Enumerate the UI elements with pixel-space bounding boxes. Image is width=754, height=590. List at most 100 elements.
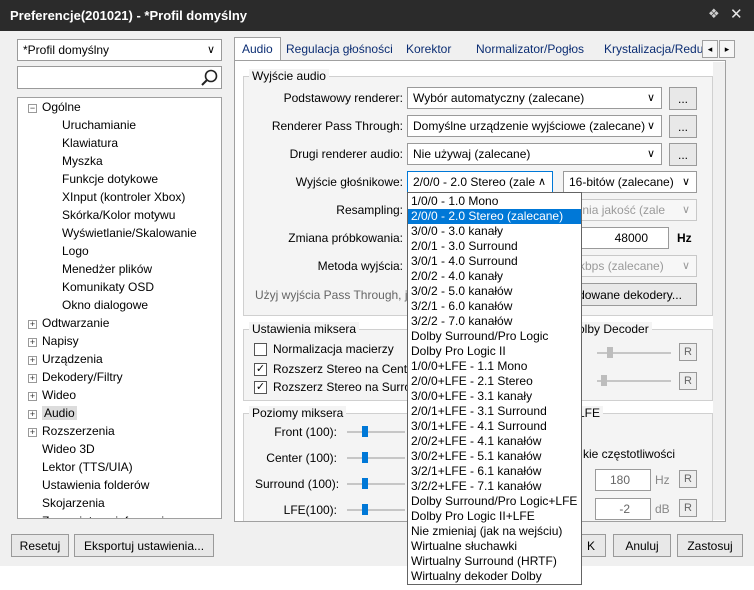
speaker-option[interactable]: Wirtualny Surround (HRTF) [408, 554, 581, 569]
tree-item[interactable]: Dekodery/Filtry [42, 370, 123, 388]
tree-item[interactable]: Uruchamianie [62, 118, 136, 136]
tree-item[interactable]: Ustawienia folderów [42, 478, 149, 496]
tree-item[interactable]: XInput (kontroler Xbox) [62, 190, 185, 208]
tree-item[interactable]: Wyświetlanie/Skalowanie [62, 226, 197, 244]
tree-item[interactable]: Klawiatura [62, 136, 118, 154]
speaker-option[interactable]: 3/2/1+LFE - 6.1 kanałów [408, 464, 581, 479]
collapse-icon[interactable]: − [28, 104, 37, 113]
dolby-reset-2-button[interactable]: R [679, 372, 697, 390]
tab-3[interactable]: Korektor [406, 38, 451, 60]
widen-center-checkbox[interactable]: ✓ [254, 363, 267, 376]
speaker-option[interactable]: 1/0/0+LFE - 1.1 Mono [408, 359, 581, 374]
expand-icon[interactable]: + [28, 320, 37, 329]
lfe-level-slider[interactable] [347, 509, 405, 511]
lfe-frequency-input[interactable]: 180 [595, 469, 651, 491]
sample-rate-input[interactable]: 48000 [575, 227, 669, 249]
speaker-option[interactable]: 2/0/1 - 3.0 Surround [408, 239, 581, 254]
tree-item[interactable]: Funkcje dotykowe [62, 172, 158, 190]
tree-item[interactable]: Odtwarzanie [42, 316, 109, 334]
speaker-option[interactable]: Nie zmieniaj (jak na wejściu) [408, 524, 581, 539]
pin-icon[interactable]: ❖ [708, 6, 720, 22]
lfe-gain-reset-button[interactable]: R [679, 499, 697, 517]
search-icon[interactable] [199, 68, 219, 87]
speaker-option[interactable]: Wirtualne słuchawki [408, 539, 581, 554]
second-renderer-options-button[interactable]: ... [669, 143, 697, 166]
panel-scrollbar[interactable] [713, 62, 725, 520]
expand-icon[interactable]: + [28, 410, 37, 419]
speaker-option[interactable]: 2/0/1+LFE - 3.1 Surround [408, 404, 581, 419]
center-level-thumb[interactable] [362, 452, 368, 463]
passthrough-select[interactable]: Domyślne urządzenie wyjściowe (zalecane)… [407, 115, 662, 137]
speaker-output-select[interactable]: 2/0/0 - 2.0 Stereo (zale ∧ [407, 171, 553, 193]
speaker-option[interactable]: 1/0/0 - 1.0 Mono [408, 194, 581, 209]
search-input[interactable] [17, 66, 222, 89]
speaker-option[interactable]: 3/0/2 - 5.0 kanałów [408, 284, 581, 299]
passthrough-options-button[interactable]: ... [669, 115, 697, 138]
tab-scroll-right-icon[interactable]: ▸ [719, 40, 735, 58]
speaker-option[interactable]: 2/0/2+LFE - 4.1 kanałów [408, 434, 581, 449]
second-renderer-select[interactable]: Nie używaj (zalecane) ∨ [407, 143, 662, 165]
lfe-level-thumb[interactable] [362, 504, 368, 515]
expand-icon[interactable]: + [28, 374, 37, 383]
expand-icon[interactable]: + [28, 392, 37, 401]
speaker-option[interactable]: 2/0/0+LFE - 2.1 Stereo [408, 374, 581, 389]
speaker-option[interactable]: 3/2/2 - 7.0 kanałów [408, 314, 581, 329]
tree-item[interactable]: Wideo 3D [42, 442, 95, 460]
expand-icon[interactable]: + [30, 518, 35, 519]
front-level-thumb[interactable] [362, 426, 368, 437]
export-settings-button[interactable]: Eksportuj ustawienia... [74, 534, 214, 557]
lfe-gain-input[interactable]: -2 [595, 498, 651, 520]
dolby-slider-2-thumb[interactable] [601, 375, 607, 386]
lfe-frequency-reset-button[interactable]: R [679, 470, 697, 488]
tree-item[interactable]: Wideo [42, 388, 76, 406]
speaker-option[interactable]: Dolby Pro Logic II+LFE [408, 509, 581, 524]
tree-item[interactable]: Okno dialogowe [62, 298, 148, 316]
speaker-option[interactable]: Dolby Surround/Pro Logic+LFE [408, 494, 581, 509]
decoders-button[interactable]: dowane dekodery... [563, 283, 697, 306]
front-level-slider[interactable] [347, 431, 405, 433]
bit-depth-select[interactable]: 16-bitów (zalecane) ∨ [563, 171, 697, 193]
tree-item[interactable]: Skórka/Kolor motywu [62, 208, 175, 226]
apply-button[interactable]: Zastosuj [677, 534, 743, 557]
profile-select[interactable]: *Profil domyślny ∨ [17, 39, 222, 61]
expand-icon[interactable]: + [28, 428, 37, 437]
tree-item[interactable]: Menedżer plików [62, 262, 152, 280]
reset-button[interactable]: Resetuj [11, 534, 69, 557]
expand-icon[interactable]: + [28, 356, 37, 365]
tree-item[interactable]: Urządzenia [42, 352, 103, 370]
tree-item[interactable]: Komunikaty OSD [62, 280, 154, 298]
speaker-option[interactable]: 2/0/2 - 4.0 kanały [408, 269, 581, 284]
tree-item[interactable]: Zapamiętane informacje [42, 514, 171, 518]
speaker-option[interactable]: 3/0/1+LFE - 4.1 Surround [408, 419, 581, 434]
primary-renderer-select[interactable]: Wybór automatyczny (zalecane) ∨ [407, 87, 662, 109]
speaker-option[interactable]: 3/0/1 - 4.0 Surround [408, 254, 581, 269]
tree-item[interactable]: Napisy [42, 334, 79, 352]
tree-item[interactable]: Logo [62, 244, 89, 262]
tree-item[interactable]: Skojarzenia [42, 496, 105, 514]
output-method-select[interactable]: 0 kbps (zalecane) ∨ [563, 255, 697, 277]
normalize-checkbox[interactable] [254, 343, 267, 356]
center-level-slider[interactable] [347, 457, 405, 459]
dolby-slider-2[interactable] [597, 380, 671, 382]
speaker-option[interactable]: 3/2/2+LFE - 7.1 kanałów [408, 479, 581, 494]
speaker-option[interactable]: 3/0/0 - 3.0 kanały [408, 224, 581, 239]
speaker-option[interactable]: 2/0/0 - 2.0 Stereo (zalecane) [408, 209, 581, 224]
tree-item[interactable]: Lektor (TTS/UIA) [42, 460, 133, 478]
tab-scroll-left-icon[interactable]: ◂ [702, 40, 718, 58]
surround-level-thumb[interactable] [362, 478, 368, 489]
surround-level-slider[interactable] [347, 483, 405, 485]
speaker-option[interactable]: Wirtualny dekoder Dolby [408, 569, 581, 584]
tab-1[interactable]: Audio [234, 37, 281, 61]
speaker-option[interactable]: 3/0/2+LFE - 5.1 kanałów [408, 449, 581, 464]
speaker-option[interactable]: Dolby Surround/Pro Logic [408, 329, 581, 344]
tree-item[interactable]: Myszka [62, 154, 103, 172]
dolby-slider-1-thumb[interactable] [607, 347, 613, 358]
resampling-select[interactable]: ednia jakość (zale ∨ [563, 199, 697, 221]
widen-surround-checkbox[interactable]: ✓ [254, 381, 267, 394]
speaker-option[interactable]: 3/0/0+LFE - 3.1 kanały [408, 389, 581, 404]
expand-icon[interactable]: + [28, 338, 37, 347]
speaker-option[interactable]: Dolby Pro Logic II [408, 344, 581, 359]
cancel-button[interactable]: Anuluj [613, 534, 671, 557]
tab-4[interactable]: Normalizator/Pogłos [476, 38, 584, 60]
tree-item[interactable]: Rozszerzenia [42, 424, 115, 442]
